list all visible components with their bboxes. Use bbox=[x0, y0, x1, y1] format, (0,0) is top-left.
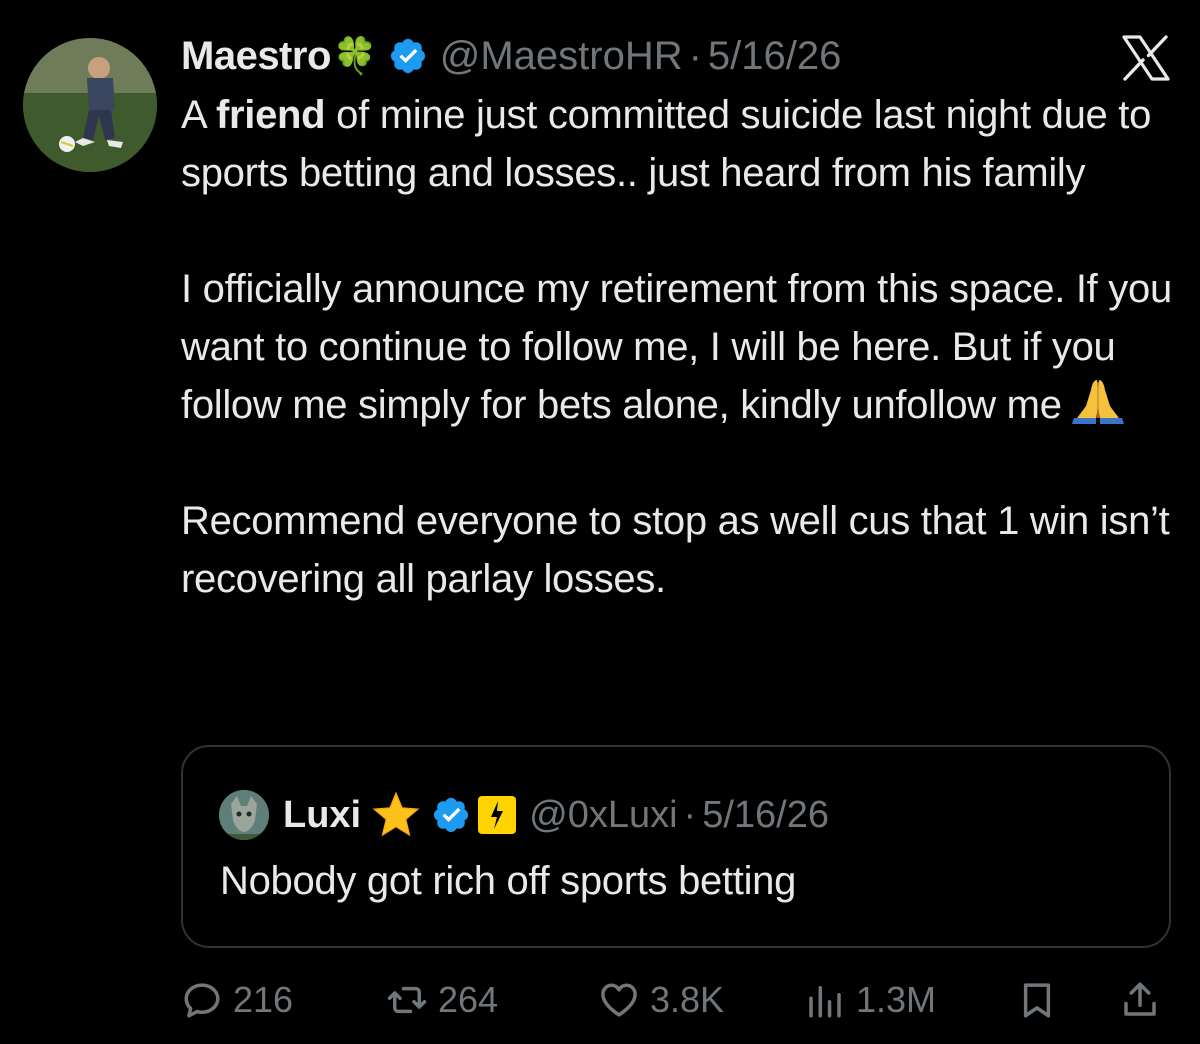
heart-icon bbox=[601, 983, 637, 1017]
yellow-org-badge-icon[interactable] bbox=[477, 795, 517, 835]
tweet-body: A friend of mine just committed suicide … bbox=[181, 86, 1181, 608]
quoted-tweet-card[interactable]: Luxi @0xLuxi · 5/16/26 Nobody got rich o… bbox=[181, 745, 1171, 948]
text-span: I officially announce my retirement from… bbox=[181, 267, 1172, 427]
quoted-author-display-name[interactable]: Luxi bbox=[283, 794, 361, 837]
author-handle[interactable]: @MaestroHR bbox=[440, 34, 683, 79]
four-leaf-clover-icon: 🍀 bbox=[332, 35, 378, 76]
quoted-author-avatar[interactable] bbox=[219, 790, 269, 840]
bold-word: friend bbox=[216, 93, 326, 137]
repost-button[interactable]: 264 bbox=[386, 972, 498, 1028]
tweet-header: Maestro 🍀 @MaestroHR · 5/16/26 bbox=[181, 30, 841, 82]
verified-badge-icon[interactable] bbox=[431, 795, 471, 835]
view-count: 1.3M bbox=[856, 979, 937, 1020]
header-separator: · bbox=[688, 33, 702, 78]
like-count: 3.8K bbox=[650, 979, 725, 1020]
x-logo-icon bbox=[1122, 35, 1170, 81]
tweet-paragraph: Recommend everyone to stop as well cus t… bbox=[181, 492, 1181, 608]
reply-count: 216 bbox=[233, 979, 294, 1020]
reply-icon bbox=[184, 983, 220, 1018]
reply-button[interactable]: 216 bbox=[181, 972, 293, 1028]
author-display-name[interactable]: Maestro bbox=[181, 34, 331, 79]
text-span: Recommend everyone to stop as well cus t… bbox=[181, 499, 1170, 601]
views-chart-icon bbox=[809, 986, 841, 1018]
share-button[interactable] bbox=[1119, 972, 1161, 1028]
quoted-tweet-text: Nobody got rich off sports betting bbox=[220, 859, 797, 903]
share-icon bbox=[1124, 982, 1156, 1016]
text-span: A bbox=[181, 93, 216, 137]
tweet-paragraph: I officially announce my retirement from… bbox=[181, 260, 1181, 434]
tweet-date[interactable]: 5/16/26 bbox=[708, 34, 841, 79]
quoted-tweet-header: Luxi @0xLuxi · 5/16/26 bbox=[219, 787, 829, 843]
quoted-tweet-date[interactable]: 5/16/26 bbox=[702, 794, 829, 837]
star-icon bbox=[372, 791, 420, 837]
repost-icon bbox=[387, 986, 427, 1014]
quoted-author-handle[interactable]: @0xLuxi bbox=[529, 794, 677, 837]
text-span: of mine just committed suicide last nigh… bbox=[181, 93, 1152, 195]
folded-hands-icon bbox=[1071, 380, 1124, 424]
bookmark-icon bbox=[1023, 983, 1051, 1018]
bookmark-button[interactable] bbox=[1016, 972, 1058, 1028]
tweet-action-bar: 216 264 3.8K 1.3M bbox=[181, 972, 1176, 1028]
views-button[interactable]: 1.3M bbox=[804, 972, 936, 1028]
quoted-header-separator: · bbox=[683, 793, 697, 836]
repost-count: 264 bbox=[438, 979, 499, 1020]
verified-badge-icon[interactable] bbox=[388, 36, 428, 76]
like-button[interactable]: 3.8K bbox=[598, 972, 724, 1028]
author-avatar[interactable] bbox=[23, 38, 157, 172]
tweet-paragraph: A friend of mine just committed suicide … bbox=[181, 86, 1181, 202]
